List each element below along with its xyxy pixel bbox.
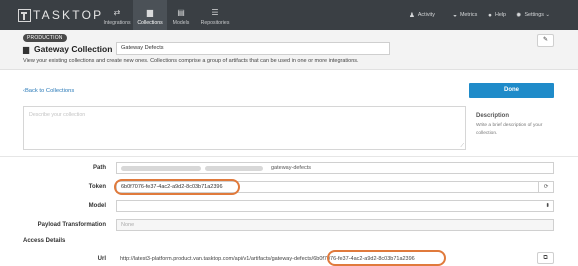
- nav-tab-integrations[interactable]: ⇄ Integrations: [101, 0, 133, 30]
- description-help-title: Description: [476, 113, 510, 119]
- nav-tab-collections[interactable]: ▆ Collections: [133, 0, 167, 30]
- environment-badge: PRODUCTION: [23, 34, 67, 42]
- gear-icon: ✹: [516, 12, 522, 19]
- nav-settings-label: Settings ⌄: [524, 12, 550, 18]
- help-icon: ●: [488, 11, 492, 19]
- nav-tab-models[interactable]: ▤ Models: [167, 0, 195, 30]
- done-button[interactable]: Done: [469, 83, 554, 98]
- redacted-path: [205, 165, 263, 171]
- nav-tab-repositories[interactable]: ☰ Repositories: [195, 0, 235, 30]
- select-arrows-icon: ⬍: [545, 203, 550, 209]
- payload-value: None: [121, 222, 135, 228]
- path-suffix: gateway-defects: [271, 165, 312, 171]
- header-description: View your existing collections and creat…: [23, 58, 359, 64]
- path-field: gateway-defects: [116, 162, 554, 174]
- nav-tab-label: Integrations: [103, 20, 131, 26]
- copy-icon: ⧉: [543, 255, 548, 261]
- nav-settings[interactable]: ✹ Settings ⌄: [516, 0, 550, 30]
- nav-help[interactable]: ● Help: [488, 0, 506, 30]
- top-nav: TASKTOP ⇄ Integrations ▆ Collections ▤ M…: [0, 0, 578, 30]
- nav-tab-label: Collections: [137, 20, 163, 26]
- regenerate-icon[interactable]: ⟳: [538, 181, 553, 193]
- url-token-highlight: [327, 250, 446, 266]
- url-label: Url: [97, 256, 106, 262]
- token-label: Token: [88, 184, 106, 190]
- back-link-label: Back to Collections: [24, 88, 75, 94]
- back-to-collections-link[interactable]: ‹Back to Collections: [23, 88, 74, 94]
- logo-mark-icon: [18, 8, 31, 22]
- access-details-title: Access Details: [23, 238, 66, 244]
- swap-arrows-icon: ⇄: [113, 8, 121, 17]
- payload-transformation-select[interactable]: None: [116, 219, 554, 231]
- nav-activity[interactable]: ♟ Activity: [409, 0, 435, 30]
- nav-help-label: Help: [494, 12, 507, 18]
- model-select[interactable]: ⬍: [116, 200, 554, 212]
- tasktop-logo[interactable]: TASKTOP: [18, 8, 103, 22]
- resize-grip-icon[interactable]: ⟋: [460, 143, 464, 149]
- nav-tab-label: Repositories: [200, 20, 230, 26]
- pin-button[interactable]: ✎: [537, 34, 554, 47]
- bell-icon: ♟: [409, 12, 415, 19]
- copy-url-button[interactable]: ⧉: [537, 252, 554, 264]
- collection-icon: ▆: [23, 45, 30, 54]
- redacted-host: [121, 165, 201, 171]
- description-help-text: Write a brief description of your collec…: [476, 123, 543, 136]
- nav-metrics[interactable]: ◒ Metrics: [453, 0, 477, 30]
- logo-text: TASKTOP: [33, 8, 104, 22]
- document-icon: ▤: [177, 8, 185, 17]
- database-icon: ☰: [211, 8, 219, 17]
- pin-icon: ✎: [542, 37, 549, 43]
- payload-transformation-label: Payload Transformation: [37, 222, 106, 228]
- description-textarea[interactable]: Describe your collection ⟋: [23, 106, 466, 150]
- section-divider: [0, 156, 578, 157]
- dashboard-icon: ◒: [453, 11, 457, 19]
- path-label: Path: [92, 165, 106, 171]
- collection-name-input[interactable]: Gateway Defects: [116, 42, 390, 55]
- description-placeholder: Describe your collection: [29, 112, 86, 118]
- model-label: Model: [88, 203, 106, 209]
- collection-icon: ▆: [146, 8, 154, 17]
- nav-tab-label: Models: [172, 20, 190, 26]
- nav-metrics-label: Metrics: [459, 12, 478, 18]
- nav-activity-label: Activity: [417, 12, 435, 18]
- token-highlight: [114, 179, 240, 195]
- collection-header: PRODUCTION ▆ Gateway Collection Gateway …: [0, 30, 578, 70]
- page-title: Gateway Collection: [34, 44, 113, 54]
